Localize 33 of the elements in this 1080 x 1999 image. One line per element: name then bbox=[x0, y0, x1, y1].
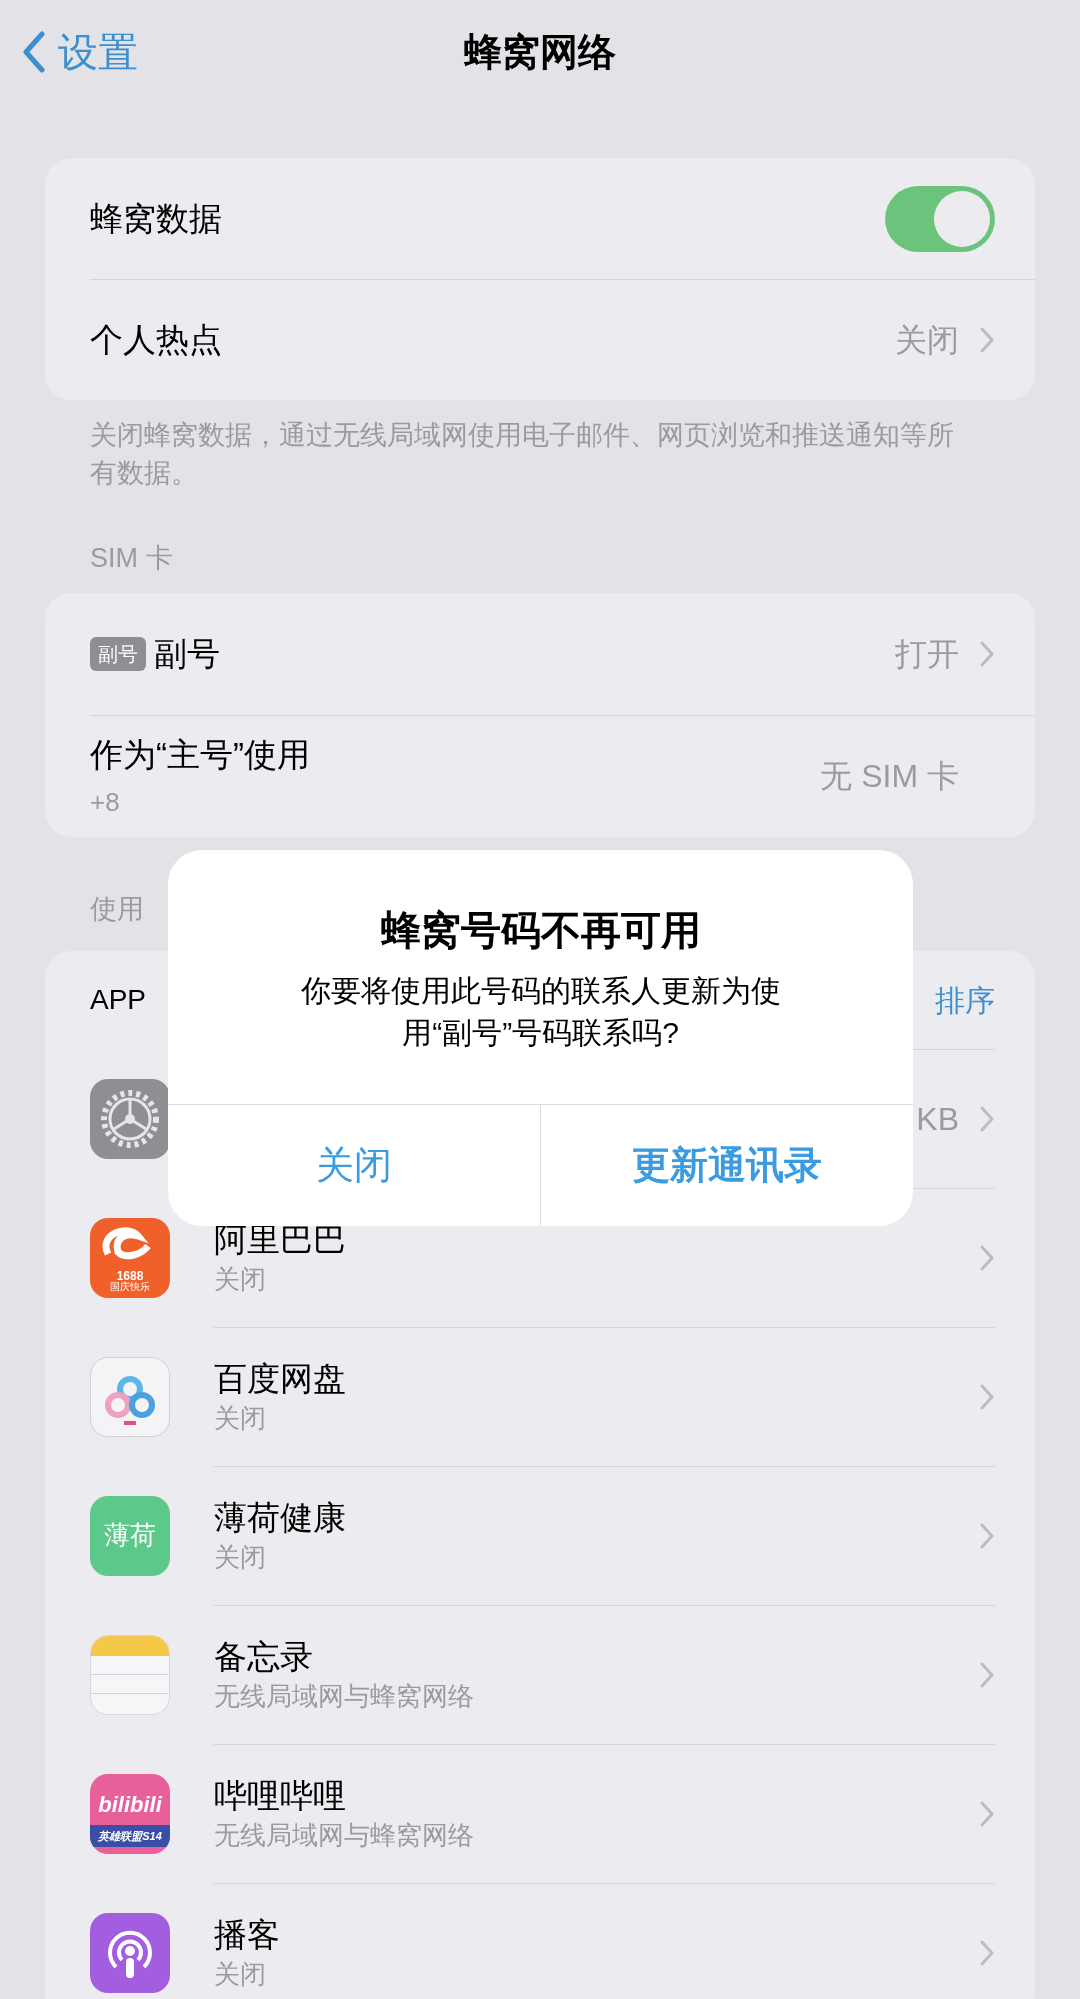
row-label: 蜂窝数据 bbox=[90, 198, 223, 239]
icon-label: bilibili bbox=[98, 1790, 162, 1819]
alert-title: 蜂窝号码不再可用 bbox=[379, 907, 702, 954]
app-name: 哔哩哔哩 bbox=[214, 1776, 347, 1816]
app-name: 备忘录 bbox=[214, 1637, 314, 1677]
app-name: 百度网盘 bbox=[214, 1359, 347, 1399]
app-name: 播客 bbox=[214, 1915, 281, 1955]
app-status: 无线局域网与蜂窝网络 bbox=[214, 1680, 475, 1713]
alert-message: 你要将使用此号码的联系人更新为使用“副号”号码联系吗? bbox=[299, 973, 782, 1051]
icon-label: 薄荷 bbox=[104, 1519, 156, 1552]
sim-badge: 副号 bbox=[90, 636, 146, 671]
row-label: 作为“主号”使用 bbox=[90, 734, 310, 775]
row-value: 无 SIM 卡 bbox=[820, 757, 959, 796]
app-name: 薄荷健康 bbox=[214, 1498, 347, 1538]
phone-number: +8 bbox=[90, 786, 121, 820]
page-title: 蜂窝网络 bbox=[464, 29, 616, 75]
icon-label: 1688 bbox=[116, 1269, 144, 1282]
icon-label: 国庆快乐 bbox=[110, 1281, 150, 1292]
app-status: 关闭 bbox=[214, 1958, 267, 1991]
row-label: 个人热点 bbox=[90, 320, 223, 361]
icon-label: 英雄联盟S14 bbox=[90, 1824, 170, 1848]
section-header: SIM 卡 bbox=[89, 542, 174, 575]
app-status: 无线局域网与蜂窝网络 bbox=[214, 1819, 475, 1852]
row-label: 副号 bbox=[154, 633, 220, 674]
row-value: 关闭 bbox=[895, 321, 959, 360]
app-status: 关闭 bbox=[214, 1541, 267, 1574]
section-header: 使用 bbox=[89, 892, 145, 926]
row-value: 打开 bbox=[895, 634, 959, 674]
app-status: 关闭 bbox=[214, 1263, 267, 1296]
row-label: APP bbox=[90, 983, 147, 1017]
footer-note: 关闭蜂窝数据，通过无线局域网使用电子邮件、网页浏览和推送通知等所有数据。 bbox=[89, 419, 955, 490]
data-usage: KB bbox=[916, 1100, 959, 1139]
app-status: 关闭 bbox=[214, 1402, 267, 1435]
